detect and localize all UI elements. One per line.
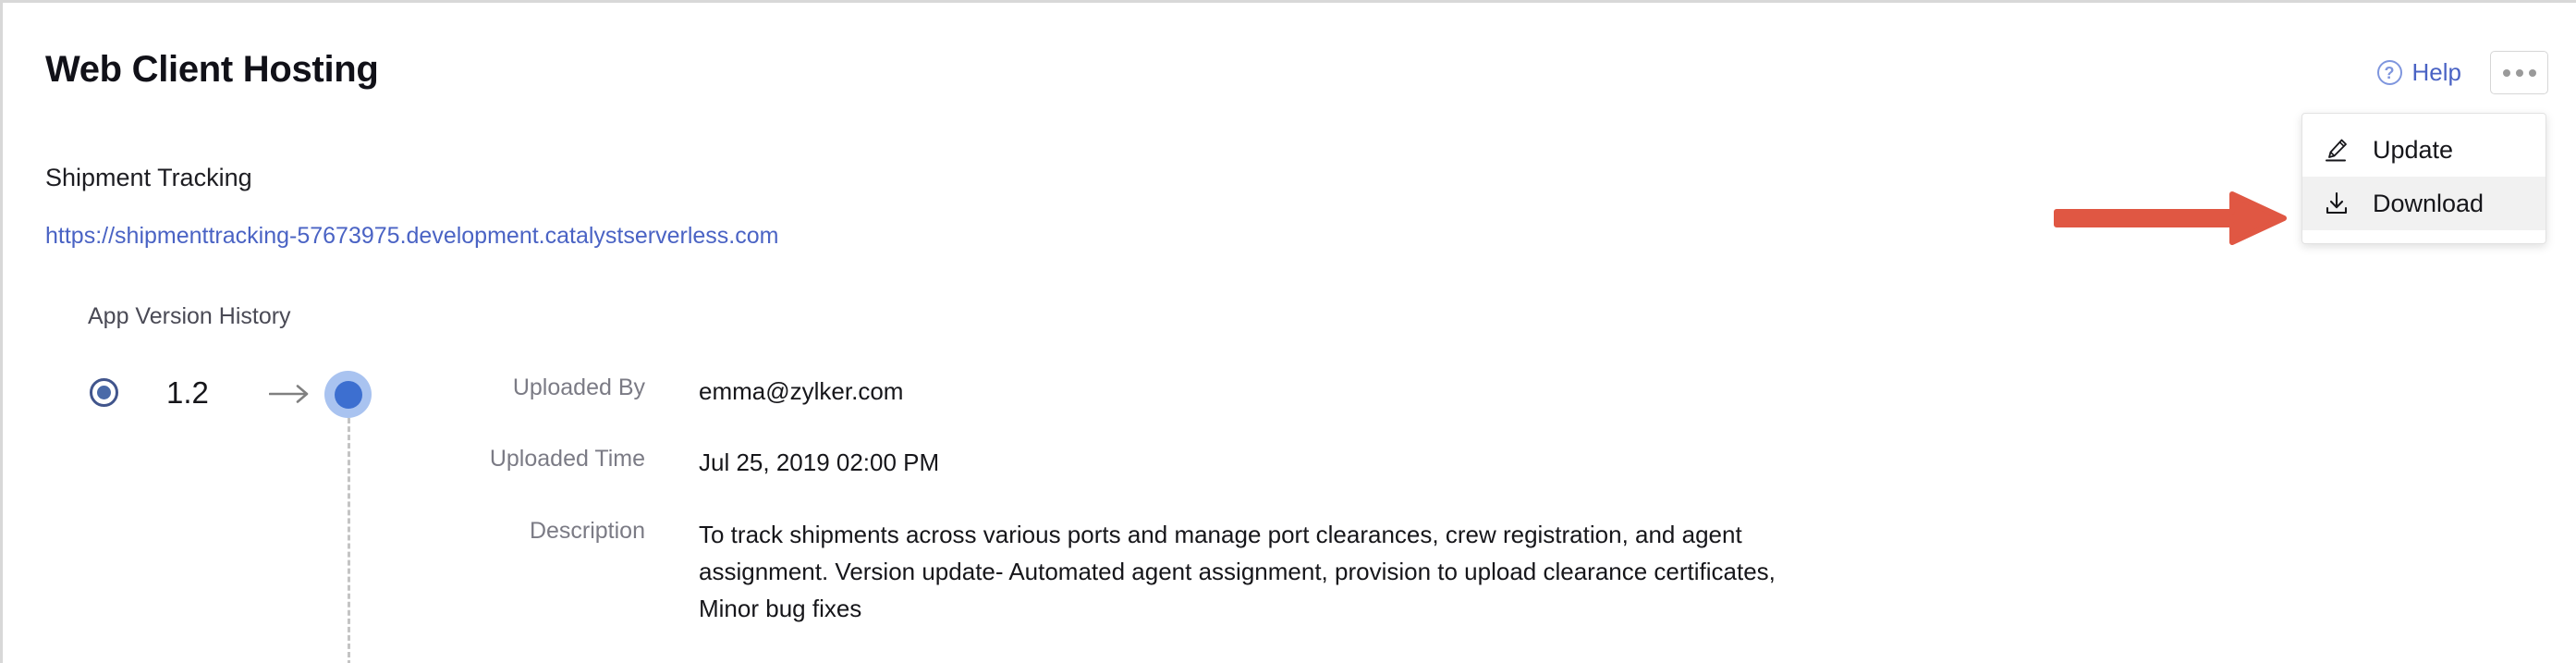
page-title: Web Client Hosting — [45, 49, 379, 90]
radio-inner-dot — [97, 386, 111, 399]
download-icon — [2323, 190, 2350, 217]
timeline-dashed-line — [348, 410, 350, 663]
detail-label: Uploaded Time — [489, 446, 645, 473]
app-url-link[interactable]: https://shipmenttracking-57673975.develo… — [45, 223, 778, 250]
menu-item-label: Download — [2373, 189, 2484, 217]
radio-selected-icon[interactable] — [90, 378, 118, 407]
app-name: Shipment Tracking — [45, 164, 252, 191]
pencil-edit-icon — [2323, 136, 2350, 164]
more-options-menu: Update Download — [2301, 113, 2546, 244]
detail-value: To track shipments across various ports … — [699, 520, 1776, 623]
ellipsis-icon — [2502, 68, 2510, 77]
menu-item-download[interactable]: Download — [2302, 177, 2545, 230]
detail-row: Description To track shipments across va… — [445, 516, 2016, 628]
menu-item-label: Update — [2373, 135, 2454, 164]
more-options-button[interactable] — [2490, 51, 2548, 94]
detail-value: Jul 25, 2019 02:00 PM — [699, 448, 940, 477]
help-link[interactable]: ? Help — [2376, 58, 2461, 87]
version-history-label: App Version History — [88, 303, 291, 329]
detail-label: Description — [529, 517, 645, 544]
app-detail-page: Web Client Hosting ? Help Update Downloa… — [0, 0, 2576, 663]
menu-item-update[interactable]: Update — [2302, 123, 2545, 177]
detail-value: emma@zylker.com — [699, 377, 904, 405]
version-details: Uploaded By emma@zylker.com Uploaded Tim… — [445, 373, 2016, 661]
timeline-dot-icon — [324, 371, 372, 418]
timeline-dot-core — [334, 380, 362, 409]
annotation-arrow-icon — [2051, 186, 2293, 251]
version-number: 1.2 — [166, 375, 209, 410]
question-circle-icon: ? — [2376, 60, 2402, 85]
arrow-right-icon — [268, 384, 311, 404]
ellipsis-icon — [2515, 68, 2523, 77]
detail-row: Uploaded By emma@zylker.com — [445, 373, 2016, 410]
detail-label: Uploaded By — [512, 374, 645, 400]
ellipsis-icon — [2528, 68, 2536, 77]
help-label: Help — [2411, 58, 2461, 86]
detail-row: Uploaded Time Jul 25, 2019 02:00 PM — [445, 444, 2016, 481]
